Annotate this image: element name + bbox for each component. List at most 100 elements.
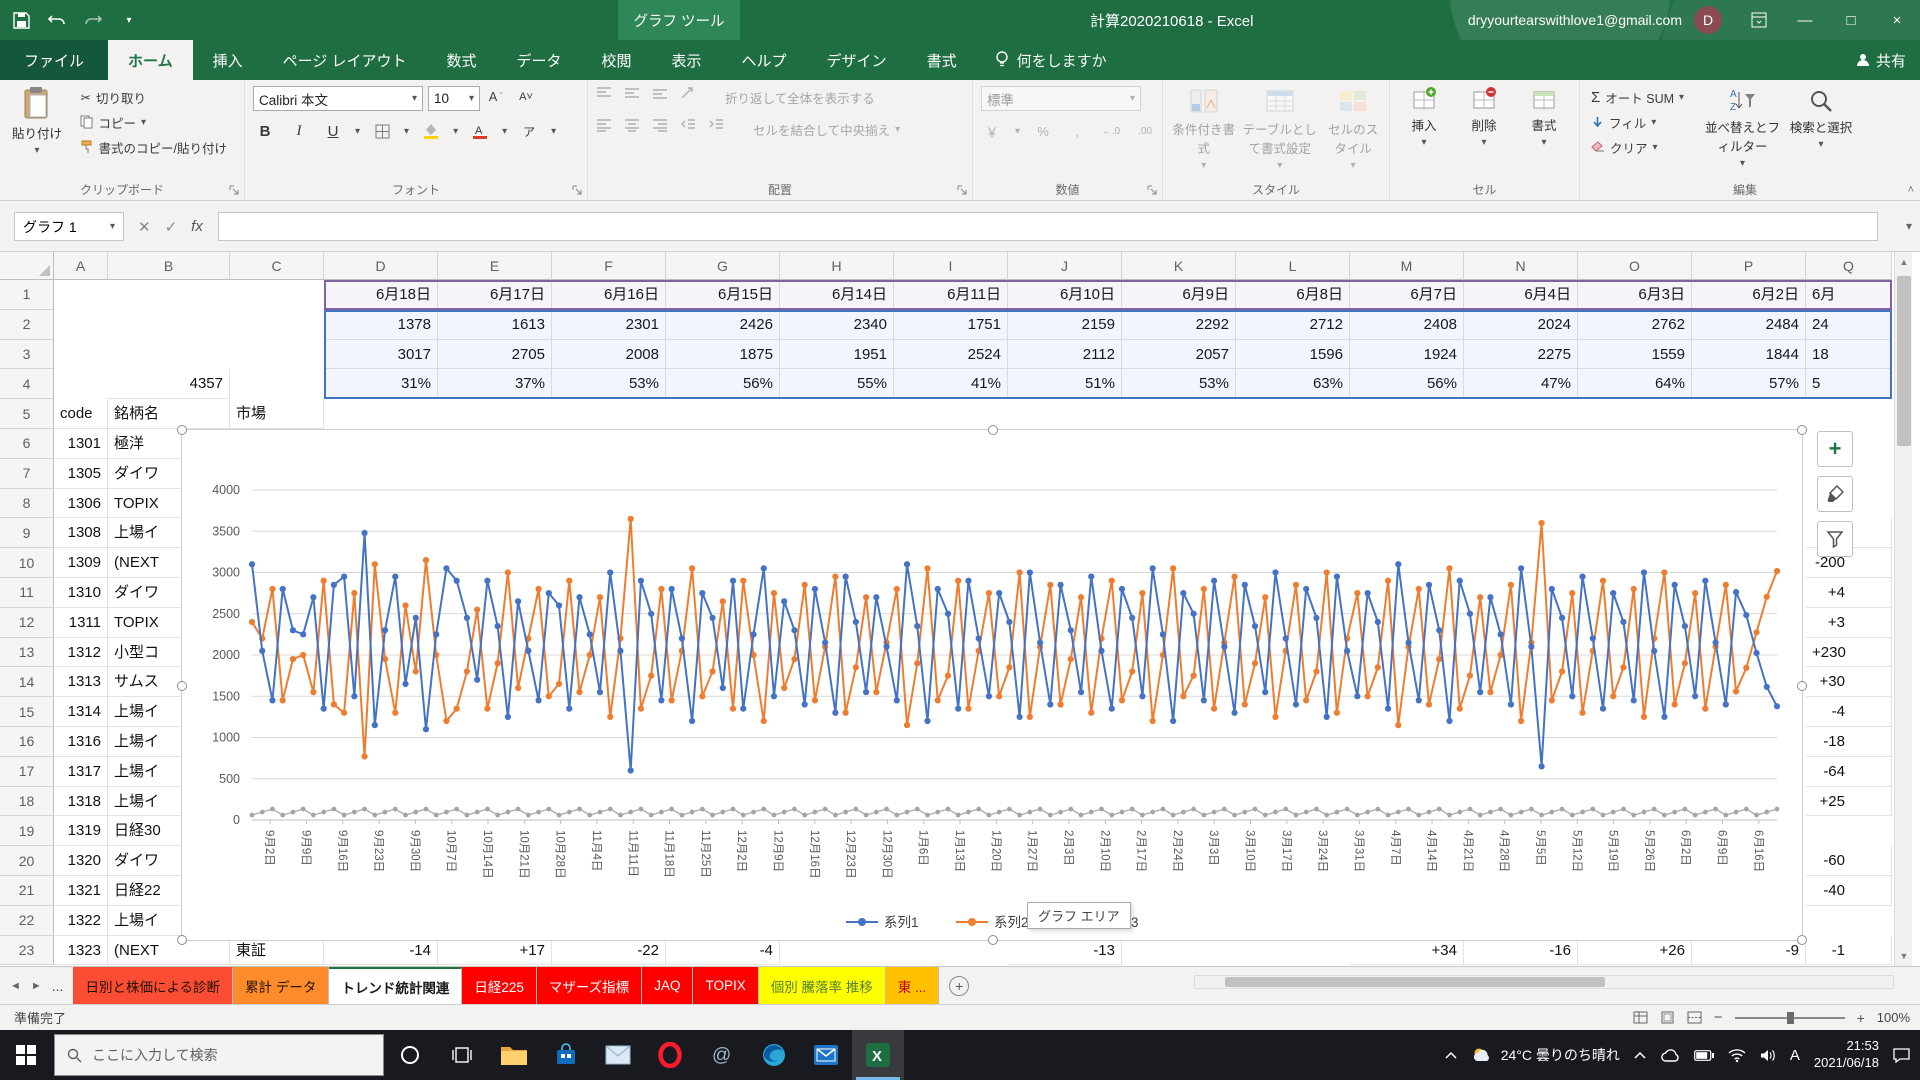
tab-page-layout[interactable]: ページ レイアウト xyxy=(263,40,427,80)
ime-indicator[interactable]: A xyxy=(1790,1047,1800,1064)
account-email[interactable]: dryyourtearswithlove1@gmail.com xyxy=(1468,12,1682,28)
cell-Q1[interactable]: 6月 xyxy=(1806,280,1892,310)
font-dialog-launcher-icon[interactable] xyxy=(572,185,583,196)
column-header-Q[interactable]: Q xyxy=(1806,252,1892,280)
chart-filters-button[interactable] xyxy=(1817,521,1853,557)
row-header-5[interactable]: 5 xyxy=(0,399,54,429)
sheet-nav-left-icon[interactable]: ◄ xyxy=(10,980,21,992)
cell-G2[interactable]: 2426 xyxy=(666,310,780,340)
sheet-tab-7[interactable]: 個別 騰落率 推移 xyxy=(759,967,886,1004)
cell-Q2[interactable]: 24 xyxy=(1806,310,1892,340)
tab-data[interactable]: データ xyxy=(496,40,581,80)
borders-icon[interactable] xyxy=(370,120,394,142)
cell-G1[interactable]: 6月15日 xyxy=(666,280,780,310)
chart-handle-bottom-left[interactable] xyxy=(177,935,187,945)
row-header-16[interactable]: 16 xyxy=(0,727,54,757)
scroll-down-arrow-icon[interactable]: ▼ xyxy=(1895,946,1913,966)
horizontal-scrollbar[interactable] xyxy=(1194,975,1894,989)
row-header-4[interactable]: 4 xyxy=(0,369,54,399)
sheet-tab-0[interactable]: 日別と株価による診断 xyxy=(73,967,233,1004)
taskbar-excel-icon[interactable]: X xyxy=(852,1030,904,1080)
notification-center-icon[interactable] xyxy=(1893,1048,1910,1063)
orientation-icon[interactable] xyxy=(680,86,696,100)
cell-C5[interactable]: 市場 xyxy=(230,399,324,429)
chart-handle-bottom-center[interactable] xyxy=(988,935,998,945)
row-header-22[interactable]: 22 xyxy=(0,906,54,936)
page-break-view-icon[interactable] xyxy=(1687,1011,1702,1024)
cell-E3[interactable]: 2705 xyxy=(438,340,552,370)
cell-A12[interactable]: 1311 xyxy=(54,608,108,638)
chart-handle-mid-left[interactable] xyxy=(177,681,187,691)
speaker-icon[interactable] xyxy=(1760,1049,1776,1062)
increase-indent-icon[interactable] xyxy=(708,118,724,132)
chart-elements-button[interactable]: + xyxy=(1817,431,1853,467)
vertical-scrollbar[interactable]: ▲ ▼ xyxy=(1894,252,1912,966)
cell-O3[interactable]: 1559 xyxy=(1578,340,1692,370)
chart-handle-mid-right[interactable] xyxy=(1797,681,1807,691)
taskbar-edge-icon[interactable] xyxy=(748,1030,800,1080)
cell-O2[interactable]: 2762 xyxy=(1578,310,1692,340)
cell-N1[interactable]: 6月4日 xyxy=(1464,280,1578,310)
cell-A22[interactable]: 1322 xyxy=(54,906,108,936)
save-icon[interactable] xyxy=(10,9,32,31)
taskbar-folder-icon[interactable] xyxy=(488,1030,540,1080)
redo-icon[interactable] xyxy=(82,9,104,31)
sheet-nav-right-icon[interactable]: ► xyxy=(31,980,42,992)
taskbar-store-icon[interactable] xyxy=(540,1030,592,1080)
cell-D3[interactable]: 3017 xyxy=(324,340,438,370)
clipboard-dialog-launcher-icon[interactable] xyxy=(229,185,240,196)
formula-input[interactable] xyxy=(218,212,1878,241)
cell-A11[interactable]: 1310 xyxy=(54,578,108,608)
cell-Q14[interactable]: +30 xyxy=(1806,667,1892,697)
cell-P1[interactable]: 6月2日 xyxy=(1692,280,1806,310)
ribbon-display-options-icon[interactable] xyxy=(1736,0,1782,40)
cell-K2[interactable]: 2292 xyxy=(1122,310,1236,340)
cell-N4[interactable]: 47% xyxy=(1464,369,1578,399)
cell-A21[interactable]: 1321 xyxy=(54,876,108,906)
fill-color-icon[interactable] xyxy=(419,120,443,142)
row-header-17[interactable]: 17 xyxy=(0,757,54,787)
cell-G4[interactable]: 56% xyxy=(666,369,780,399)
cell-Q3[interactable]: 18 xyxy=(1806,340,1892,370)
cell-F4[interactable]: 53% xyxy=(552,369,666,399)
enter-icon[interactable]: ✓ xyxy=(165,218,178,236)
cell-H4[interactable]: 55% xyxy=(780,369,894,399)
cell-A10[interactable]: 1309 xyxy=(54,548,108,578)
clear-button[interactable]: クリア▾ xyxy=(1588,136,1687,158)
cell-Q4[interactable]: 5 xyxy=(1806,369,1892,399)
formula-bar-expand-chevron-icon[interactable]: ▾ xyxy=(1906,219,1912,233)
cell-A8[interactable]: 1306 xyxy=(54,489,108,519)
row-header-3[interactable]: 3 xyxy=(0,340,54,370)
cell-A7[interactable]: 1305 xyxy=(54,459,108,489)
chart-handle-top-center[interactable] xyxy=(988,425,998,435)
column-header-I[interactable]: I xyxy=(894,252,1008,280)
autosum-button[interactable]: Σオート SUM▾ xyxy=(1588,86,1687,108)
column-header-M[interactable]: M xyxy=(1350,252,1464,280)
copy-button[interactable]: コピー▾ xyxy=(77,111,229,133)
wrap-text-button[interactable]: 折り返して全体を表示する xyxy=(722,86,878,108)
column-header-P[interactable]: P xyxy=(1692,252,1806,280)
tab-insert[interactable]: 挿入 xyxy=(193,40,263,80)
cancel-icon[interactable]: ✕ xyxy=(138,218,151,236)
row-header-2[interactable]: 2 xyxy=(0,310,54,340)
cell-A13[interactable]: 1312 xyxy=(54,638,108,668)
conditional-formatting-button[interactable]: 条件付き書式▾ xyxy=(1171,86,1236,171)
sheet-tab-overflow[interactable]: ... xyxy=(52,978,64,994)
cell-A9[interactable]: 1308 xyxy=(54,518,108,548)
column-header-K[interactable]: K xyxy=(1122,252,1236,280)
cell-A6[interactable]: 1301 xyxy=(54,429,108,459)
cell-Q21[interactable]: -40 xyxy=(1806,876,1892,906)
cell-E2[interactable]: 1613 xyxy=(438,310,552,340)
row-header-23[interactable]: 23 xyxy=(0,936,54,966)
italic-button[interactable]: I xyxy=(287,120,311,142)
cell-N3[interactable]: 2275 xyxy=(1464,340,1578,370)
align-left-icon[interactable] xyxy=(596,118,612,132)
cell-Q16[interactable]: -18 xyxy=(1806,727,1892,757)
row-header-13[interactable]: 13 xyxy=(0,638,54,668)
sheet-tab-4[interactable]: マザーズ指標 xyxy=(537,967,642,1004)
align-right-icon[interactable] xyxy=(652,118,668,132)
cell-N2[interactable]: 2024 xyxy=(1464,310,1578,340)
cell-F3[interactable]: 2008 xyxy=(552,340,666,370)
cell-A18[interactable]: 1318 xyxy=(54,787,108,817)
cell-L4[interactable]: 63% xyxy=(1236,369,1350,399)
